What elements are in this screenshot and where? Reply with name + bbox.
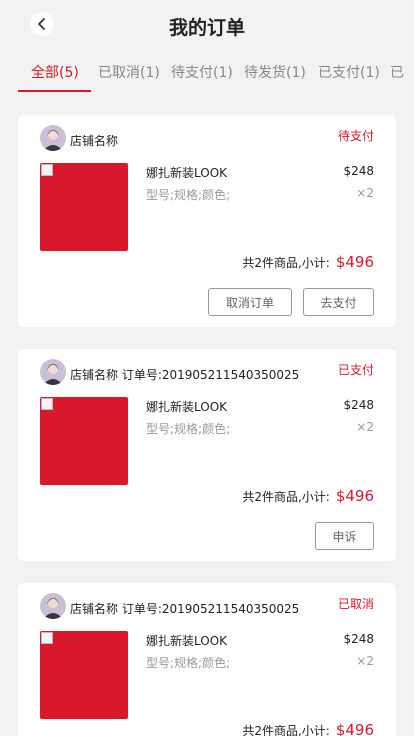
product-name[interactable]: 娜扎新装LOOK bbox=[146, 164, 227, 181]
product-price: $248 bbox=[343, 398, 374, 412]
broken-image-icon bbox=[41, 398, 53, 410]
tab-pending-payment[interactable]: 待支付(1) bbox=[171, 62, 233, 82]
cancel-order-button[interactable]: 取消订单 bbox=[208, 288, 292, 316]
subtotal-label: 共2件商品,小计: bbox=[242, 256, 330, 270]
avatar bbox=[40, 359, 66, 385]
tab-cancelled[interactable]: 已取消(1) bbox=[98, 62, 160, 82]
product-image[interactable] bbox=[40, 163, 128, 251]
shop-name[interactable]: 店铺名称 订单号:201905211540350025 bbox=[70, 366, 299, 383]
product-quantity: ×2 bbox=[356, 654, 374, 668]
order-card: 店铺名称 订单号:201905211540350025 已取消 娜扎新装LOOK… bbox=[18, 583, 396, 736]
subtotal-amount: $496 bbox=[335, 721, 374, 736]
order-card: 店铺名称 订单号:201905211540350025 已支付 娜扎新装LOOK… bbox=[18, 349, 396, 561]
tab-pending-shipment[interactable]: 待发货(1) bbox=[244, 62, 306, 82]
status-badge: 待支付 bbox=[337, 129, 374, 143]
avatar bbox=[40, 593, 66, 619]
page-title: 我的订单 bbox=[168, 17, 245, 39]
subtotal-amount: $496 bbox=[335, 487, 374, 505]
broken-image-icon bbox=[41, 164, 53, 176]
status-badge: 已支付 bbox=[337, 363, 374, 377]
active-tab-indicator bbox=[18, 90, 91, 92]
order-card: 店铺名称 待支付 娜扎新装LOOK 型号;规格;颜色; $248 ×2 共2件商… bbox=[18, 115, 396, 327]
pay-button[interactable]: 去支付 bbox=[303, 288, 374, 316]
broken-image-icon bbox=[41, 632, 53, 644]
avatar bbox=[40, 125, 66, 151]
order-subtotal: 共2件商品,小计: $496 bbox=[242, 253, 374, 271]
product-spec: 型号;规格;颜色; bbox=[146, 422, 231, 436]
product-spec: 型号;规格;颜色; bbox=[146, 656, 231, 670]
order-subtotal: 共2件商品,小计: $496 bbox=[242, 487, 374, 505]
product-name[interactable]: 娜扎新装LOOK bbox=[146, 632, 227, 649]
subtotal-label: 共2件商品,小计: bbox=[242, 490, 330, 504]
appeal-button[interactable]: 申诉 bbox=[315, 522, 374, 550]
status-badge: 已取消 bbox=[337, 597, 374, 611]
shop-name[interactable]: 店铺名称 订单号:201905211540350025 bbox=[70, 600, 299, 617]
product-spec: 型号;规格;颜色; bbox=[146, 188, 231, 202]
subtotal-amount: $496 bbox=[335, 253, 374, 271]
shop-name[interactable]: 店铺名称 bbox=[70, 132, 118, 149]
order-status-tabs: 全部(5) 已取消(1) 待支付(1) 待发货(1) 已支付(1) 已 bbox=[0, 52, 414, 92]
tab-paid[interactable]: 已支付(1) bbox=[318, 62, 380, 82]
product-quantity: ×2 bbox=[356, 420, 374, 434]
order-subtotal: 共2件商品,小计: $496 bbox=[242, 721, 374, 736]
product-image[interactable] bbox=[40, 397, 128, 485]
product-name[interactable]: 娜扎新装LOOK bbox=[146, 398, 227, 415]
tab-partial[interactable]: 已 bbox=[390, 62, 404, 82]
product-image[interactable] bbox=[40, 631, 128, 719]
product-price: $248 bbox=[343, 164, 374, 178]
subtotal-label: 共2件商品,小计: bbox=[242, 724, 330, 736]
product-price: $248 bbox=[343, 632, 374, 646]
product-quantity: ×2 bbox=[356, 186, 374, 200]
header: 我的订单 bbox=[0, 0, 414, 52]
tab-all[interactable]: 全部(5) bbox=[31, 62, 79, 82]
